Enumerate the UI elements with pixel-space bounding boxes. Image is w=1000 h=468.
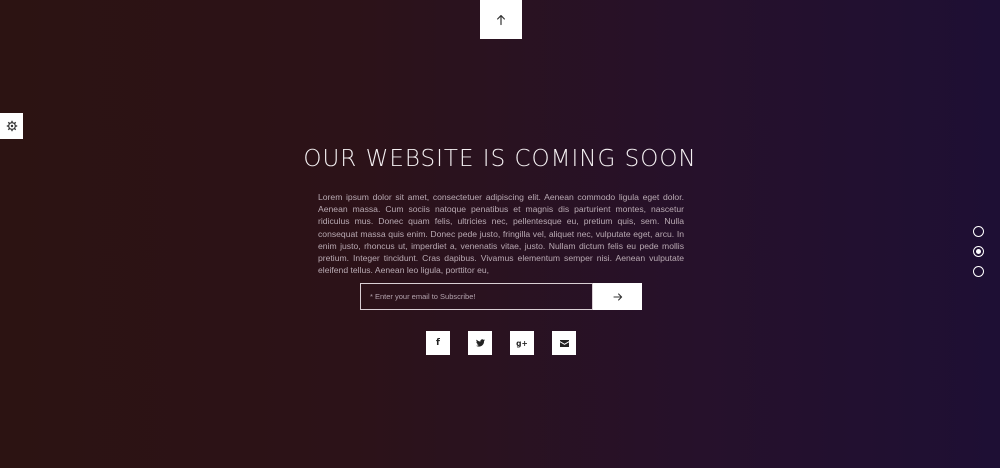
- page-title: OUR WEBSITE IS COMING SOON: [303, 146, 697, 172]
- page-description: Lorem ipsum dolor sit amet, consectetuer…: [318, 192, 684, 276]
- slide-navigation: [973, 226, 984, 277]
- email-button[interactable]: [552, 331, 576, 355]
- subscribe-button[interactable]: [593, 283, 642, 310]
- scroll-top-button[interactable]: [480, 0, 522, 39]
- twitter-button[interactable]: [468, 331, 492, 355]
- arrow-up-icon: [497, 14, 505, 25]
- email-field[interactable]: [360, 283, 593, 310]
- coming-soon-page: OUR WEBSITE IS COMING SOON Lorem ipsum d…: [0, 0, 1000, 468]
- arrow-right-icon: [612, 292, 622, 301]
- google-plus-icon: g+: [516, 338, 528, 348]
- slide-dot-1[interactable]: [973, 226, 984, 237]
- google-plus-button[interactable]: g+: [510, 331, 534, 355]
- facebook-button[interactable]: f: [426, 331, 450, 355]
- twitter-icon: [475, 339, 485, 347]
- slide-dot-3[interactable]: [973, 266, 984, 277]
- slide-dot-2[interactable]: [973, 246, 984, 257]
- subscribe-form: [360, 283, 642, 310]
- envelope-icon: [559, 339, 569, 347]
- settings-toggle-button[interactable]: [0, 113, 23, 139]
- gear-icon: [6, 120, 17, 132]
- facebook-icon: f: [436, 338, 440, 348]
- social-links: f g+: [426, 331, 576, 355]
